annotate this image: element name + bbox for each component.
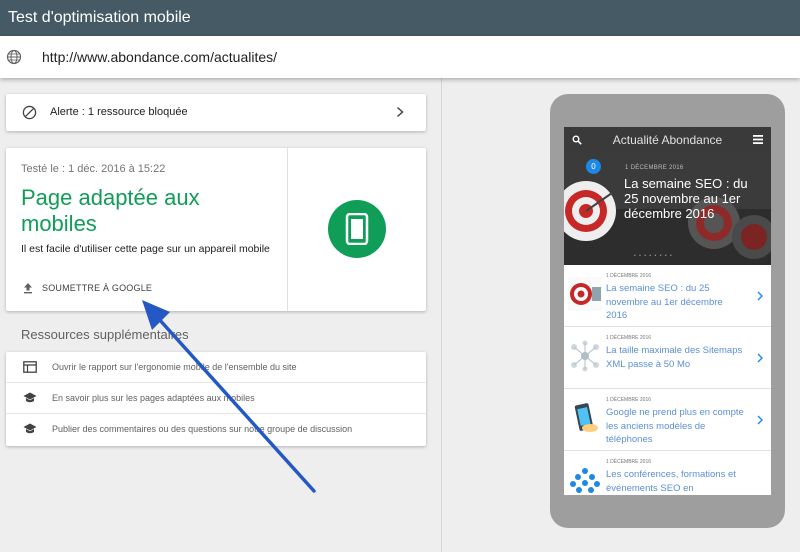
article-item[interactable]: 1 DÉCEMBRE 2016 La semaine SEO : du 25 n… (564, 265, 771, 327)
article-item[interactable]: 1 DÉCEMBRE 2016 La taille maximale des S… (564, 327, 771, 389)
comment-count-badge: 0 (586, 159, 601, 174)
hero-title[interactable]: La semaine SEO : du 25 novembre au 1er d… (624, 176, 764, 221)
phone-icon (568, 401, 602, 435)
resource-label: En savoir plus sur les pages adaptées au… (52, 393, 255, 403)
people-icon (568, 463, 602, 495)
alert-text: Alerte : 1 ressource bloquée (50, 106, 188, 118)
test-timestamp: Testé le : 1 déc. 2016 à 15:22 (21, 163, 166, 175)
blocked-resources-alert[interactable]: Alerte : 1 ressource bloquée (6, 94, 426, 131)
menu-icon[interactable] (753, 135, 763, 144)
resource-item-discussion[interactable]: Publier des commentaires ou des question… (6, 414, 426, 445)
panel-divider (441, 78, 442, 552)
article-item[interactable]: 1 DÉCEMBRE 2016 Les conférences, formati… (564, 451, 771, 495)
article-title[interactable]: La taille maximale des Sitemaps XML pass… (606, 344, 746, 371)
resource-label: Publier des commentaires ou des question… (52, 424, 353, 434)
article-date: 1 DÉCEMBRE 2016 (606, 459, 652, 465)
chevron-right-icon[interactable] (396, 106, 404, 118)
site-title: Actualité Abondance (612, 133, 723, 147)
upload-icon (24, 283, 32, 294)
chevron-right-icon[interactable] (757, 415, 763, 425)
article-date: 1 DÉCEMBRE 2016 (606, 273, 652, 279)
resource-label: Ouvrir le rapport sur l'ergonomie mobile… (52, 362, 297, 372)
school-icon (23, 423, 37, 434)
article-date: 1 DÉCEMBRE 2016 (606, 335, 652, 341)
chevron-right-icon[interactable] (757, 353, 763, 363)
globe-icon (6, 49, 22, 65)
url-bar[interactable]: http://www.abondance.com/actualites/ (0, 36, 800, 78)
slider-dots[interactable]: • • • • • • • • (634, 253, 673, 259)
mobile-friendly-badge (328, 200, 386, 258)
submit-label: SOUMETTRE À GOOGLE (42, 283, 153, 293)
hero-date: 1 DÉCEMBRE 2016 (625, 165, 684, 171)
article-date: 1 DÉCEMBRE 2016 (606, 397, 652, 403)
app-title: Test d'optimisation mobile (0, 0, 800, 36)
article-title[interactable]: Google ne prend plus en compte les ancie… (606, 406, 746, 447)
block-icon (22, 105, 37, 120)
result-description: Il est facile d'utiliser cette page sur … (21, 243, 270, 255)
result-title: Page adaptée aux mobiles (21, 185, 200, 236)
resources-heading: Ressources supplémentaires (21, 327, 189, 342)
resources-list: Ouvrir le rapport sur l'ergonomie mobile… (6, 352, 426, 446)
article-title[interactable]: Les conférences, formations et événement… (606, 468, 746, 495)
site-header: Actualité Abondance (564, 127, 771, 153)
resource-item-report[interactable]: Ouvrir le rapport sur l'ergonomie mobile… (6, 352, 426, 383)
resource-item-learn-more[interactable]: En savoir plus sur les pages adaptées au… (6, 383, 426, 414)
target-icon (568, 277, 602, 311)
school-icon (23, 392, 37, 403)
result-card: Testé le : 1 déc. 2016 à 15:22 Page adap… (6, 148, 426, 311)
smartphone-icon (345, 213, 369, 245)
chevron-right-icon[interactable] (757, 291, 763, 301)
sitemap-icon (568, 339, 602, 373)
report-icon (23, 361, 37, 373)
hero-slide[interactable]: 0 1 DÉCEMBRE 2016 La semaine SEO : du 25… (564, 153, 771, 265)
url-input[interactable]: http://www.abondance.com/actualites/ (42, 36, 277, 78)
card-divider (287, 148, 288, 311)
article-item[interactable]: 1 DÉCEMBRE 2016 Google ne prend plus en … (564, 389, 771, 451)
article-title[interactable]: La semaine SEO : du 25 novembre au 1er d… (606, 282, 746, 323)
phone-screen-preview[interactable]: Actualité Abondance 0 1 DÉCEMBRE 2016 La… (564, 127, 771, 495)
